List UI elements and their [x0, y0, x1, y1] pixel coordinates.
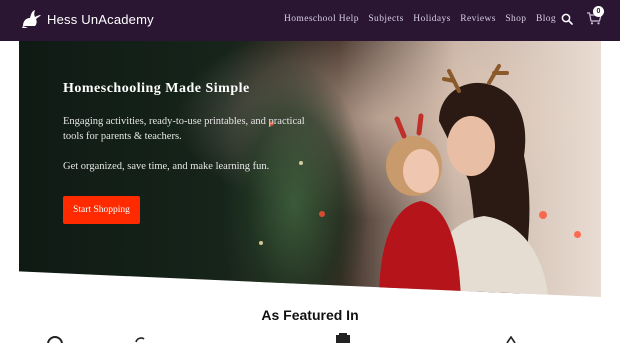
nav-shop[interactable]: Shop — [505, 14, 526, 24]
press-logo-4 — [506, 336, 516, 343]
site-logo[interactable]: Hess UnAcademy — [20, 8, 154, 30]
start-shopping-button[interactable]: Start Shopping — [63, 196, 140, 224]
cart-count-badge: 0 — [593, 6, 604, 17]
hero-title: Homeschooling Made Simple — [63, 81, 250, 96]
press-logo-3 — [336, 333, 350, 343]
featured-heading: As Featured In — [261, 307, 359, 323]
hero-subtext: Get organized, save time, and make learn… — [63, 161, 270, 172]
nav-subjects[interactable]: Subjects — [368, 14, 403, 24]
nav-holidays[interactable]: Holidays — [413, 14, 451, 24]
site-header: Hess UnAcademy Homeschool Help Subjects … — [0, 0, 620, 41]
search-icon[interactable] — [561, 13, 573, 25]
nav-blog[interactable]: Blog — [536, 14, 556, 24]
press-logo-1 — [47, 336, 63, 343]
main-nav: Homeschool Help Subjects Holidays Review… — [284, 14, 566, 24]
nav-homeschool-help[interactable]: Homeschool Help — [284, 14, 359, 24]
rabbit-icon — [22, 10, 41, 28]
tree-light — [319, 211, 325, 217]
tree-light — [574, 231, 581, 238]
nav-reviews[interactable]: Reviews — [460, 14, 496, 24]
tree-light — [259, 241, 263, 245]
hero-description: Engaging activities, ready-to-use printa… — [63, 116, 305, 142]
brand-name: Hess UnAcademy — [47, 11, 154, 27]
press-logo-2 — [135, 337, 145, 343]
mother-daughter-photo — [379, 64, 549, 297]
tree-light — [299, 161, 303, 165]
